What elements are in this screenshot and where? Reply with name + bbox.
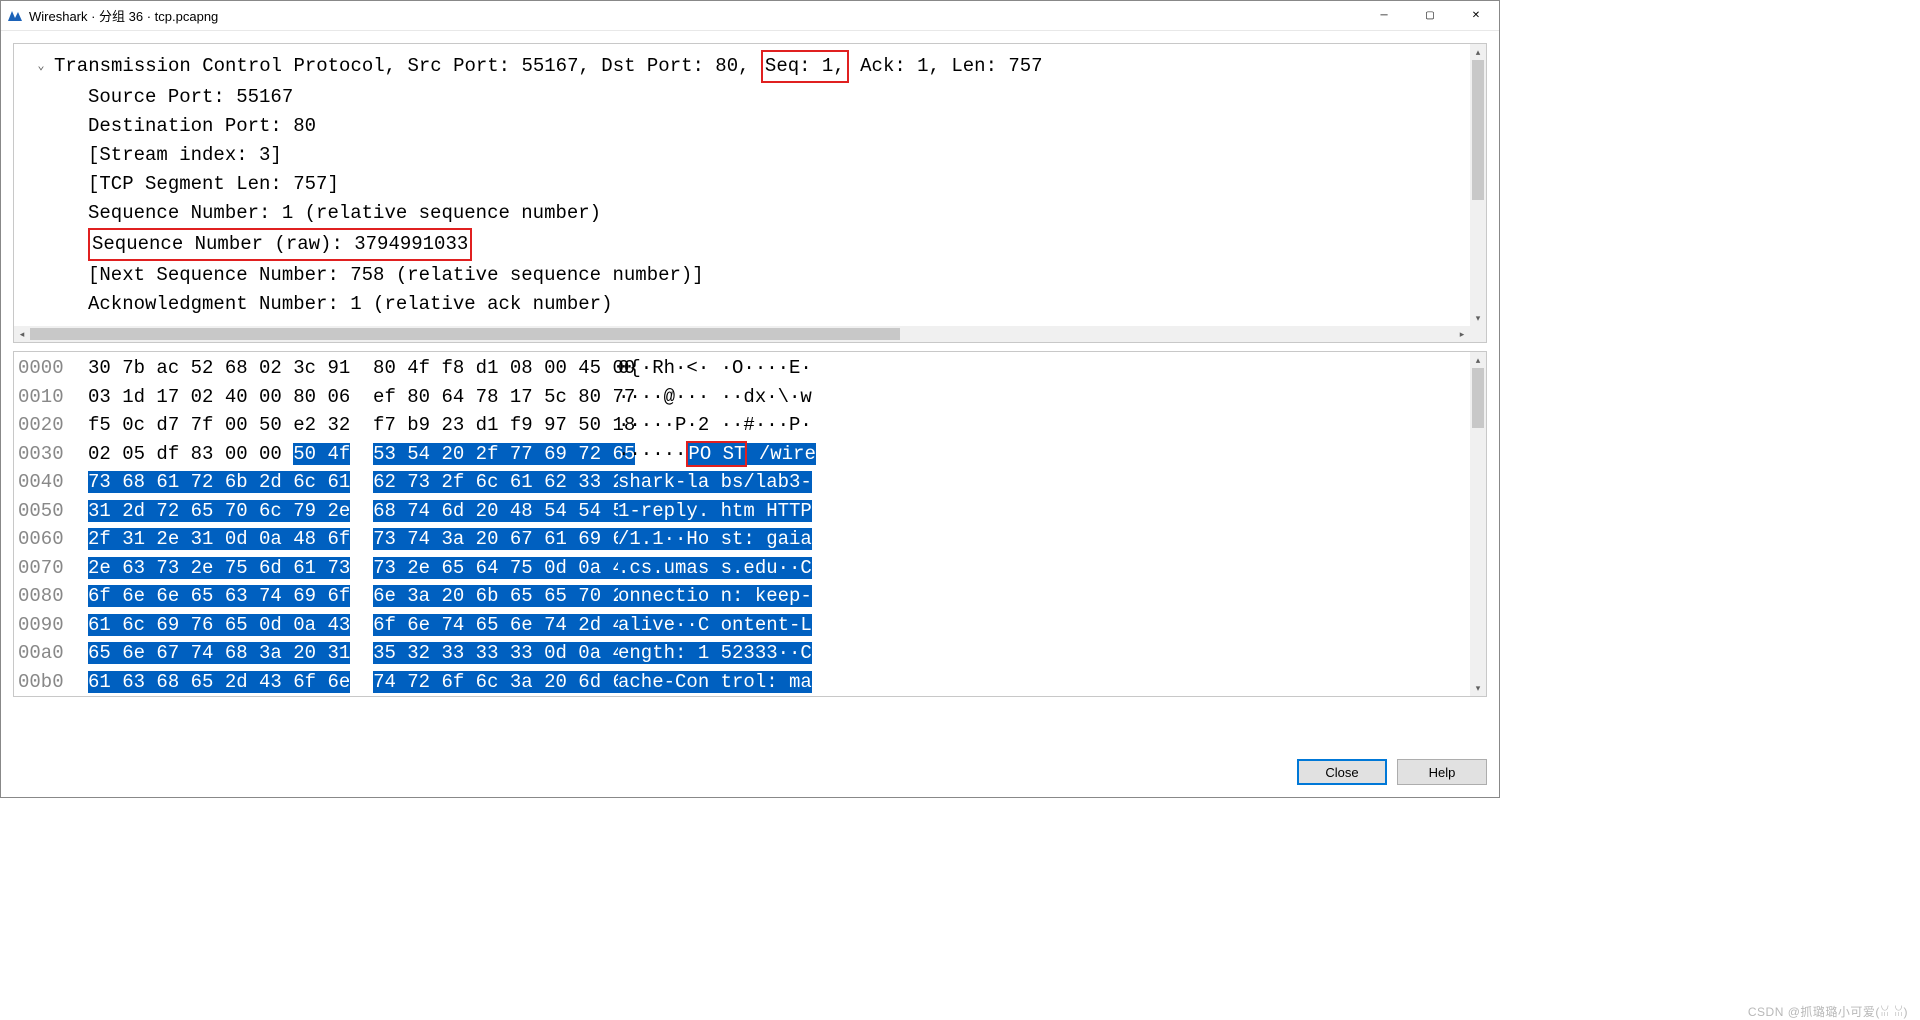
detail-header-line[interactable]: ⌄ Transmission Control Protocol, Src Por… bbox=[34, 50, 1476, 83]
hex-offset: 0030 bbox=[18, 440, 88, 469]
hex-ascii: alive··C ontent-L bbox=[618, 611, 812, 640]
hex-ascii: /1.1··Ho st: gaia bbox=[618, 525, 812, 554]
hex-row[interactable]: 0050 31 2d 72 65 70 6c 79 2e 68 74 6d 20… bbox=[18, 497, 1482, 526]
hex-offset: 0050 bbox=[18, 497, 88, 526]
packet-details-panel: ⌄ Transmission Control Protocol, Src Por… bbox=[13, 43, 1487, 343]
footer: Close Help bbox=[1, 705, 1499, 797]
window-controls: ─ ▢ ✕ bbox=[1361, 1, 1499, 30]
hex-row[interactable]: 00a0 65 6e 67 74 68 3a 20 31 35 32 33 33… bbox=[18, 639, 1482, 668]
red-highlight-seq-raw: Sequence Number (raw): 3794991033 bbox=[88, 228, 472, 261]
wireshark-icon bbox=[7, 8, 23, 24]
scroll-down-icon[interactable]: ▾ bbox=[1470, 310, 1486, 326]
hex-offset: 0040 bbox=[18, 468, 88, 497]
hex-bytes: 65 6e 67 74 68 3a 20 31 35 32 33 33 33 0… bbox=[88, 639, 618, 668]
hex-ascii: shark-la bs/lab3- bbox=[618, 468, 812, 497]
hex-content[interactable]: 0000 30 7b ac 52 68 02 3c 91 80 4f f8 d1… bbox=[14, 352, 1486, 697]
hex-offset: 0090 bbox=[18, 611, 88, 640]
hex-bytes: 02 05 df 83 00 00 50 4f 53 54 20 2f 77 6… bbox=[88, 440, 618, 469]
hex-bytes: 2e 63 73 2e 75 6d 61 73 73 2e 65 64 75 0… bbox=[88, 554, 618, 583]
hex-row[interactable]: 0080 6f 6e 6e 65 63 74 69 6f 6e 3a 20 6b… bbox=[18, 582, 1482, 611]
hex-row[interactable]: 0070 2e 63 73 2e 75 6d 61 73 73 2e 65 64… bbox=[18, 554, 1482, 583]
window-title: Wireshark · 分组 36 · tcp.pcapng bbox=[29, 6, 1361, 25]
minimize-button[interactable]: ─ bbox=[1361, 1, 1407, 30]
hex-row[interactable]: 0000 30 7b ac 52 68 02 3c 91 80 4f f8 d1… bbox=[18, 354, 1482, 383]
hex-bytes: 61 6c 69 76 65 0d 0a 43 6f 6e 74 65 6e 7… bbox=[88, 611, 618, 640]
hex-row[interactable]: 00b0 61 63 68 65 2d 43 6f 6e 74 72 6f 6c… bbox=[18, 668, 1482, 697]
hex-bytes: 73 68 61 72 6b 2d 6c 61 62 73 2f 6c 61 6… bbox=[88, 468, 618, 497]
hex-bytes: 2f 31 2e 31 0d 0a 48 6f 73 74 3a 20 67 6… bbox=[88, 525, 618, 554]
seq-raw-line[interactable]: Sequence Number (raw): 3794991033 bbox=[34, 228, 1476, 261]
hex-bytes: 6f 6e 6e 65 63 74 69 6f 6e 3a 20 6b 65 6… bbox=[88, 582, 618, 611]
hex-offset: 0010 bbox=[18, 383, 88, 412]
hex-offset: 0000 bbox=[18, 354, 88, 383]
scroll-up-icon[interactable]: ▴ bbox=[1470, 44, 1486, 60]
hex-ascii: ······PO ST /wire bbox=[618, 440, 816, 469]
hex-ascii: .cs.umas s.edu··C bbox=[618, 554, 812, 583]
detail-horizontal-scrollbar[interactable]: ◂ ▸ bbox=[14, 326, 1470, 342]
hex-offset: 0070 bbox=[18, 554, 88, 583]
hex-offset: 0080 bbox=[18, 582, 88, 611]
hex-bytes: 31 2d 72 65 70 6c 79 2e 68 74 6d 20 48 5… bbox=[88, 497, 618, 526]
hex-ascii: ····@··· ··dx·\·w bbox=[618, 383, 812, 412]
scroll-thumb[interactable] bbox=[1472, 368, 1484, 428]
hex-offset: 00a0 bbox=[18, 639, 88, 668]
hex-bytes: 03 1d 17 02 40 00 80 06 ef 80 64 78 17 5… bbox=[88, 383, 618, 412]
hex-vertical-scrollbar[interactable]: ▴ ▾ bbox=[1470, 352, 1486, 696]
scroll-down-icon[interactable]: ▾ bbox=[1470, 680, 1486, 696]
hex-row[interactable]: 0090 61 6c 69 76 65 0d 0a 43 6f 6e 74 65… bbox=[18, 611, 1482, 640]
detail-line[interactable]: Destination Port: 80 bbox=[34, 112, 1476, 141]
detail-line[interactable]: [Next Sequence Number: 758 (relative seq… bbox=[34, 261, 1476, 290]
packet-details-content[interactable]: ⌄ Transmission Control Protocol, Src Por… bbox=[14, 44, 1486, 326]
detail-vertical-scrollbar[interactable]: ▴ ▾ bbox=[1470, 44, 1486, 326]
close-window-button[interactable]: ✕ bbox=[1453, 1, 1499, 30]
scrollbar-corner bbox=[1470, 326, 1486, 342]
hex-bytes: 61 63 68 65 2d 43 6f 6e 74 72 6f 6c 3a 2… bbox=[88, 668, 618, 697]
scroll-up-icon[interactable]: ▴ bbox=[1470, 352, 1486, 368]
titlebar: Wireshark · 分组 36 · tcp.pcapng ─ ▢ ✕ bbox=[1, 1, 1499, 31]
hex-row[interactable]: 0060 2f 31 2e 31 0d 0a 48 6f 73 74 3a 20… bbox=[18, 525, 1482, 554]
hex-offset: 00b0 bbox=[18, 668, 88, 697]
hex-ascii: ache-Con trol: ma bbox=[618, 668, 812, 697]
detail-line[interactable]: [TCP Segment Len: 757] bbox=[34, 170, 1476, 199]
close-button[interactable]: Close bbox=[1297, 759, 1387, 785]
detail-line[interactable]: [Stream index: 3] bbox=[34, 141, 1476, 170]
scroll-thumb[interactable] bbox=[30, 328, 900, 340]
red-highlight-seq: Seq: 1, bbox=[761, 50, 849, 83]
hex-ascii: ength: 1 52333··C bbox=[618, 639, 812, 668]
scroll-thumb[interactable] bbox=[1472, 60, 1484, 200]
detail-line[interactable]: Source Port: 55167 bbox=[34, 83, 1476, 112]
hex-row[interactable]: 0020 f5 0c d7 7f 00 50 e2 32 f7 b9 23 d1… bbox=[18, 411, 1482, 440]
hex-ascii: onnectio n: keep- bbox=[618, 582, 812, 611]
scroll-right-icon[interactable]: ▸ bbox=[1454, 326, 1470, 342]
hex-ascii: 1-reply. htm HTTP bbox=[618, 497, 812, 526]
hex-row[interactable]: 0030 02 05 df 83 00 00 50 4f 53 54 20 2f… bbox=[18, 440, 1482, 469]
hex-row[interactable]: 0010 03 1d 17 02 40 00 80 06 ef 80 64 78… bbox=[18, 383, 1482, 412]
hex-ascii: ·····P·2 ··#···P· bbox=[618, 411, 812, 440]
chevron-down-icon[interactable]: ⌄ bbox=[34, 52, 48, 81]
red-highlight-post: PO ST bbox=[686, 441, 747, 467]
help-button[interactable]: Help bbox=[1397, 759, 1487, 785]
hex-bytes: f5 0c d7 7f 00 50 e2 32 f7 b9 23 d1 f9 9… bbox=[88, 411, 618, 440]
watermark-text: CSDN @抓璐璐小可爱(ꈍ ꈍ) bbox=[1748, 1003, 1908, 1020]
app-window: Wireshark · 分组 36 · tcp.pcapng ─ ▢ ✕ ⌄ T… bbox=[0, 0, 1500, 798]
detail-line[interactable]: Acknowledgment Number: 1 (relative ack n… bbox=[34, 290, 1476, 319]
scroll-left-icon[interactable]: ◂ bbox=[14, 326, 30, 342]
hex-bytes: 30 7b ac 52 68 02 3c 91 80 4f f8 d1 08 0… bbox=[88, 354, 618, 383]
hex-row[interactable]: 0040 73 68 61 72 6b 2d 6c 61 62 73 2f 6c… bbox=[18, 468, 1482, 497]
detail-line[interactable]: Sequence Number: 1 (relative sequence nu… bbox=[34, 199, 1476, 228]
maximize-button[interactable]: ▢ bbox=[1407, 1, 1453, 30]
detail-text: Transmission Control Protocol, Src Port:… bbox=[54, 50, 1043, 83]
hex-offset: 0060 bbox=[18, 525, 88, 554]
hex-ascii: 0{·Rh·<· ·O····E· bbox=[618, 354, 812, 383]
packet-bytes-panel: 0000 30 7b ac 52 68 02 3c 91 80 4f f8 d1… bbox=[13, 351, 1487, 697]
hex-offset: 0020 bbox=[18, 411, 88, 440]
